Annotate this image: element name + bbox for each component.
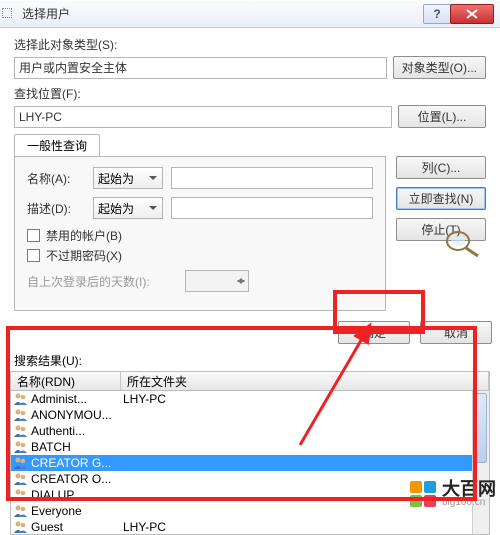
object-type-field: 用户或内置安全主体 [14, 57, 387, 79]
tabpanel-general: 名称(A): 起始为 描述(D): 起始为 禁用的帐户(B) 不过期密码(X) [14, 156, 386, 311]
desc-match-select[interactable]: 起始为 [93, 197, 163, 219]
user-group-icon [13, 392, 29, 406]
help-button[interactable]: ? [423, 4, 451, 24]
logo-icon [410, 481, 436, 507]
results-header: 名称(RDN) 所在文件夹 [10, 371, 490, 391]
user-group-icon [13, 504, 29, 518]
cancel-button[interactable]: 取消 [420, 321, 492, 344]
col-name[interactable]: 名称(RDN) [11, 372, 121, 390]
locations-button[interactable]: 位置(L)... [398, 105, 486, 128]
user-group-icon [13, 440, 29, 454]
name-caption: 名称(A): [27, 170, 85, 187]
user-group-icon [13, 408, 29, 422]
results-list[interactable]: Administ...LHY-PCANONYMOU...Authenti...B… [10, 391, 490, 535]
location-label: 查找位置(F): [14, 85, 486, 102]
find-now-button[interactable]: 立即查找(N) [396, 187, 486, 210]
titlebar: 选择用户 ? [0, 0, 500, 28]
name-match-select[interactable]: 起始为 [93, 167, 163, 189]
brand-sub: big100.cn [442, 498, 496, 508]
days-caption: 自上次登录后的天数(I): [27, 273, 177, 290]
brand-name: 大百网 [442, 480, 496, 498]
desc-input[interactable] [171, 197, 373, 219]
results-label: 搜索结果(U): [14, 352, 500, 369]
user-group-icon [13, 456, 29, 470]
col-folder[interactable]: 所在文件夹 [121, 372, 489, 390]
scroll-thumb[interactable] [475, 393, 487, 463]
search-icon [440, 228, 482, 258]
scrollbar[interactable] [472, 391, 489, 534]
tabstrip: 一般性查询 [14, 134, 386, 156]
list-item[interactable]: Administ...LHY-PC [11, 391, 489, 407]
object-type-label: 选择此对象类型(S): [14, 36, 486, 53]
list-item[interactable]: GuestLHY-PC [11, 519, 489, 535]
days-spinner[interactable] [185, 270, 249, 292]
brand-logo: 大百网 big100.cn [410, 480, 496, 508]
location-field: LHY-PC [14, 106, 392, 128]
list-item[interactable]: Authenti... [11, 423, 489, 439]
tab-general-query[interactable]: 一般性查询 [14, 134, 100, 156]
sys-menu-icon [2, 8, 12, 18]
nonexpiring-label: 不过期密码(X) [46, 247, 122, 264]
user-group-icon [13, 488, 29, 502]
close-icon [466, 9, 478, 19]
ok-button[interactable]: 确定 [338, 321, 410, 344]
list-item[interactable]: CREATOR G... [11, 455, 489, 471]
close-button[interactable] [450, 4, 494, 24]
window-title: 选择用户 [22, 5, 70, 22]
user-group-icon [13, 472, 29, 486]
user-group-icon [13, 424, 29, 438]
disabled-accounts-label: 禁用的帐户(B) [46, 227, 122, 244]
desc-caption: 描述(D): [27, 200, 85, 217]
name-input[interactable] [171, 167, 373, 189]
nonexpiring-checkbox[interactable] [27, 249, 40, 262]
columns-button[interactable]: 列(C)... [396, 156, 486, 179]
object-types-button[interactable]: 对象类型(O)... [393, 56, 486, 79]
list-item[interactable]: ANONYMOU... [11, 407, 489, 423]
disabled-accounts-checkbox[interactable] [27, 229, 40, 242]
user-group-icon [13, 520, 29, 534]
list-item[interactable]: BATCH [11, 439, 489, 455]
